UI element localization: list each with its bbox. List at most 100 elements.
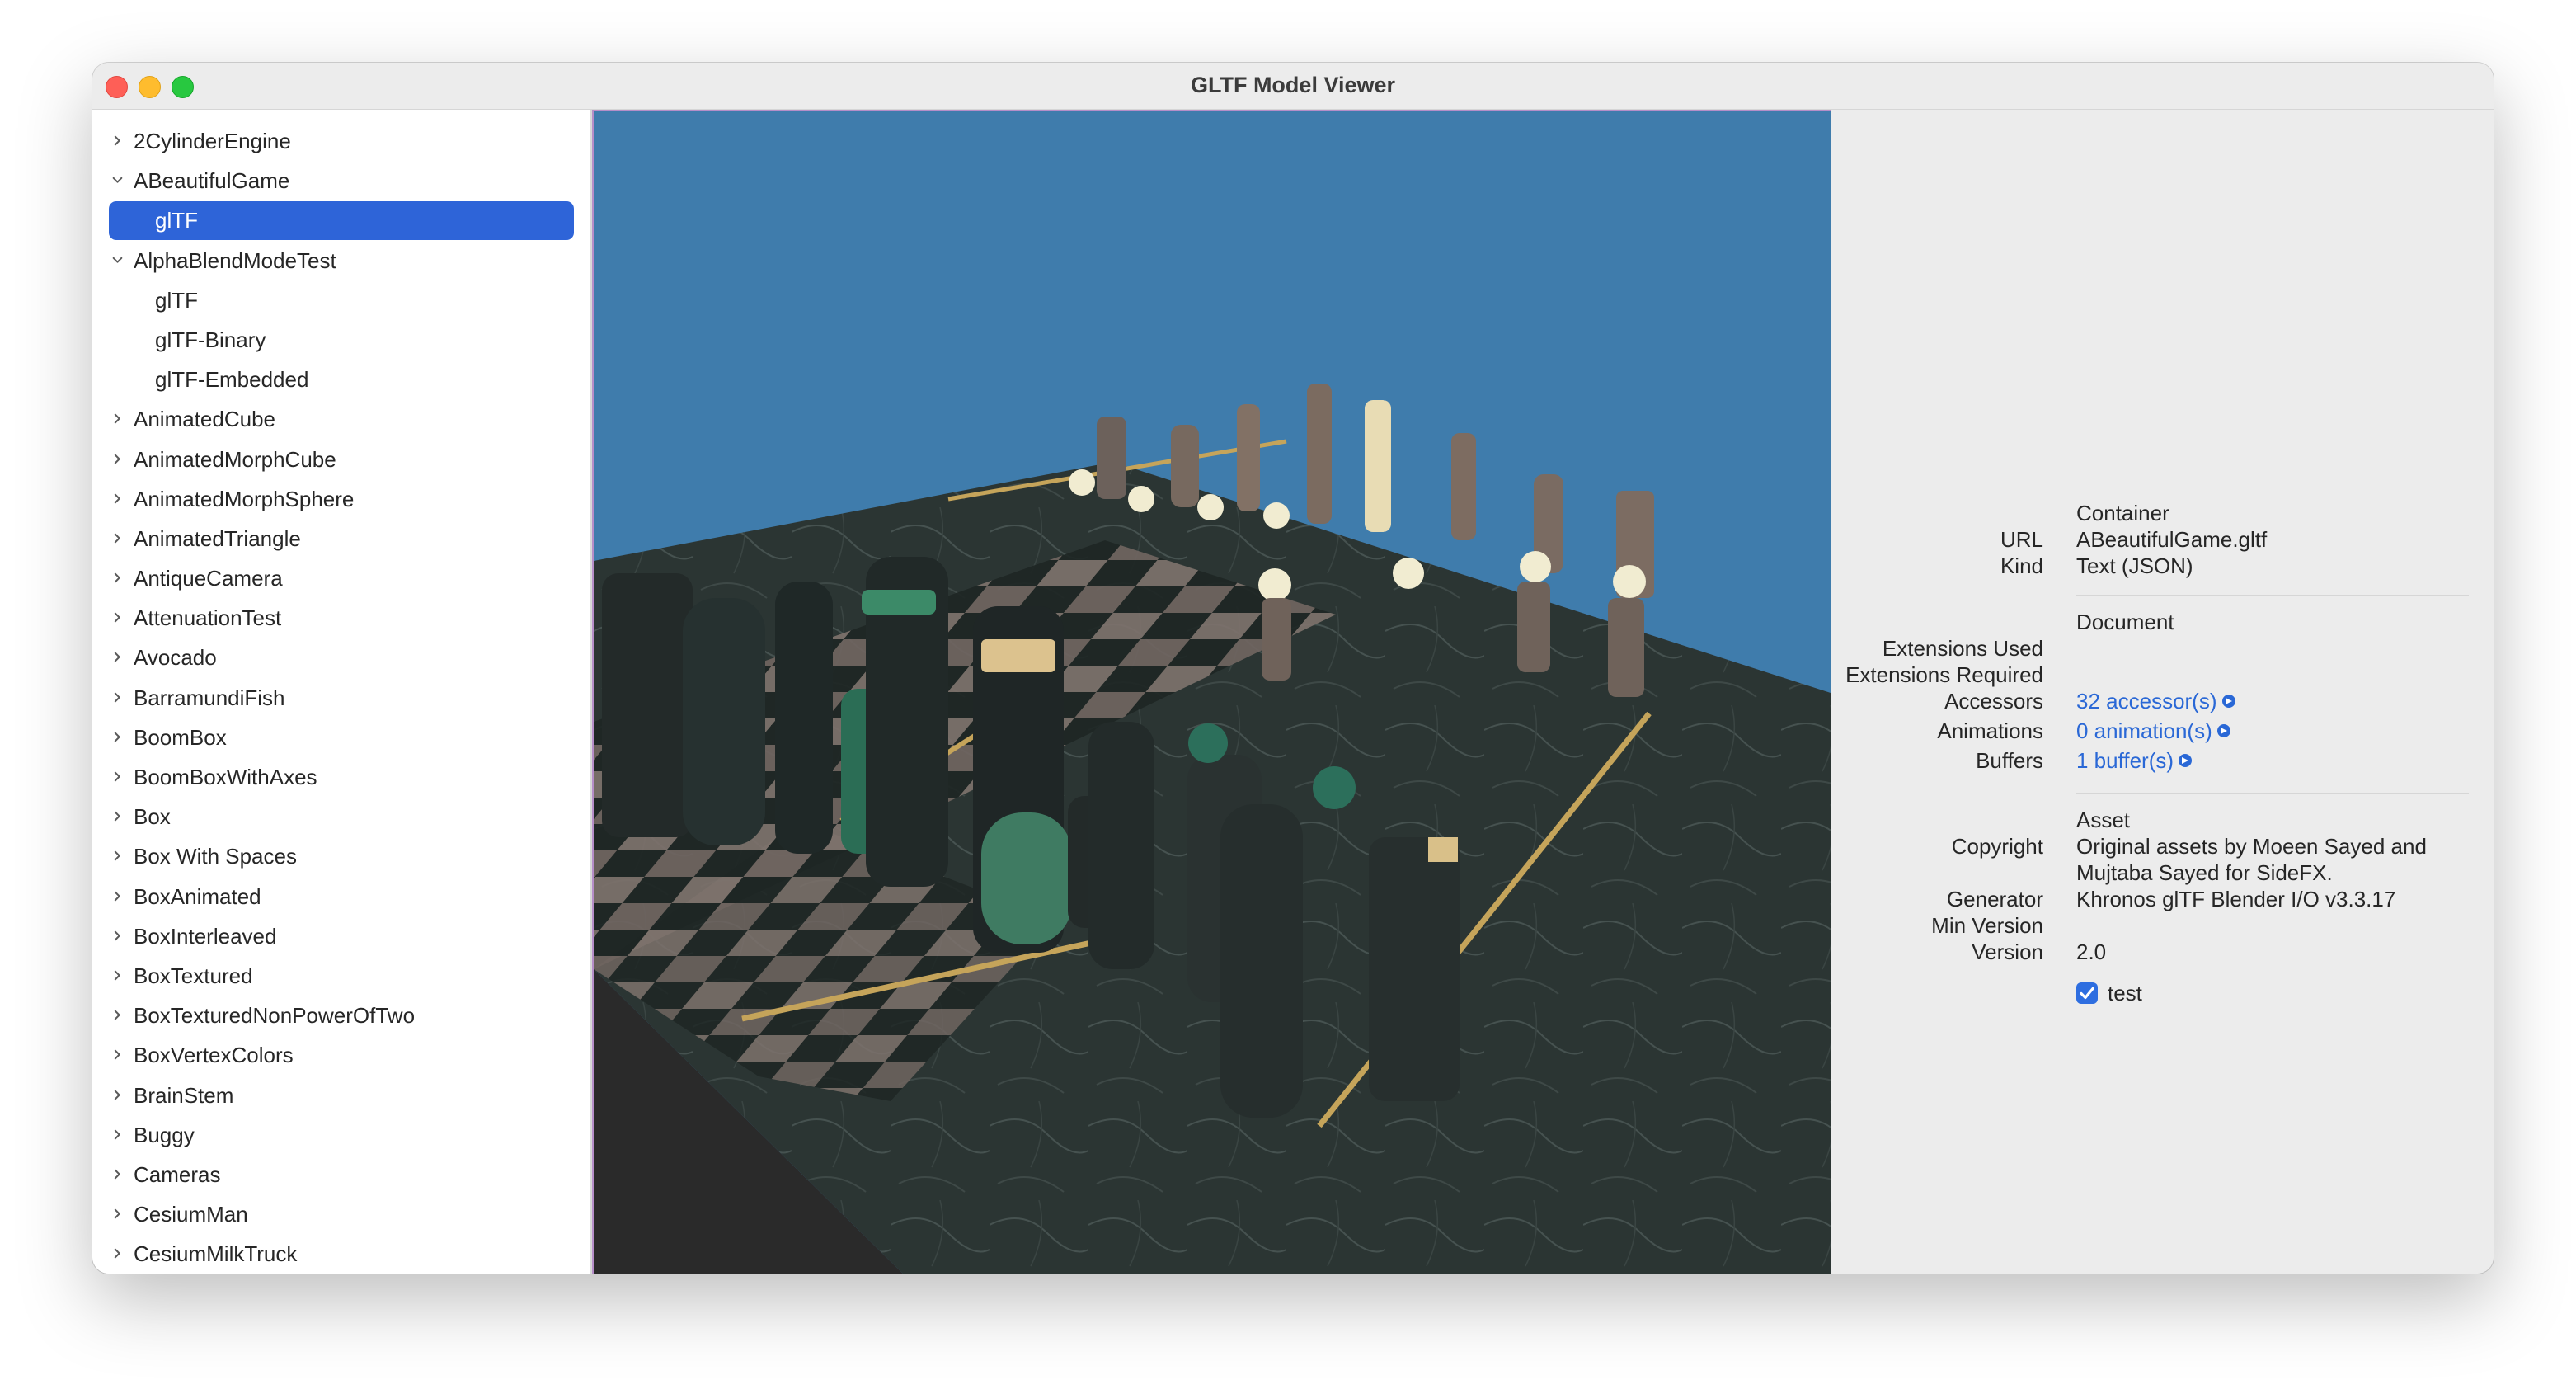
chevron-right-icon[interactable]	[112, 135, 123, 146]
navigate-arrow-icon[interactable]	[2179, 754, 2193, 768]
sidebar-item-label: BoomBox	[134, 724, 227, 750]
sidebar-item[interactable]: AnimatedMorphSphere	[92, 479, 590, 519]
sidebar-child-item[interactable]: glTF-Embedded	[92, 360, 590, 399]
chevron-down-icon[interactable]	[112, 255, 123, 266]
test-checkbox-label[interactable]: test	[2108, 981, 2142, 1006]
chevron-down-icon[interactable]	[112, 175, 123, 186]
accessors-label: Accessors	[1944, 689, 2043, 713]
accessors-link[interactable]: 32 accessor(s)	[2076, 689, 2235, 714]
sidebar-item[interactable]: Box With Spaces	[92, 836, 590, 876]
chevron-right-icon[interactable]	[112, 652, 123, 662]
sidebar-item[interactable]: BrainStem	[92, 1076, 590, 1115]
checkmark-icon	[2080, 987, 2094, 1000]
buffers-value[interactable]: 1 buffer(s)	[2076, 748, 2174, 773]
chevron-right-icon[interactable]	[112, 891, 123, 902]
model-sidebar[interactable]: 2CylinderEngine ABeautifulGame glTF AlphaBl…	[92, 110, 592, 1274]
sidebar-item[interactable]: BoomBox	[92, 718, 590, 757]
kind-label: Kind	[2000, 553, 2043, 578]
sidebar-item-label: BoxTexturedNonPowerOfTwo	[134, 1003, 416, 1029]
sidebar-item[interactable]: CesiumMan	[92, 1194, 590, 1234]
sidebar-item[interactable]: Avocado	[92, 638, 590, 677]
sidebar-item[interactable]: BoxTexturedNonPowerOfTwo	[92, 996, 590, 1035]
extensions-used-label: Extensions Used	[1882, 636, 2043, 661]
model-tree: 2CylinderEngine ABeautifulGame glTF AlphaBl…	[92, 121, 590, 1274]
sidebar-item-label: glTF-Embedded	[155, 367, 309, 393]
inspector-panel: Container URL ABeautifulGame.gltf Kind T…	[1831, 110, 2494, 1274]
chevron-right-icon[interactable]	[112, 970, 123, 981]
chevron-right-icon[interactable]	[112, 1010, 123, 1020]
document-header: Document	[2076, 610, 2174, 634]
sidebar-item[interactable]: AlphaBlendModeTest	[92, 241, 590, 280]
buffers-label: Buffers	[1976, 748, 2043, 773]
3d-viewport[interactable]	[592, 110, 1832, 1274]
sidebar-item-label: BoxInterleaved	[134, 923, 277, 949]
chevron-right-icon[interactable]	[112, 572, 123, 583]
sidebar-item-label: ABeautifulGame	[134, 168, 290, 194]
chevron-right-icon[interactable]	[112, 771, 123, 782]
sidebar-item-label: BoxVertexColors	[134, 1043, 294, 1068]
sidebar-item[interactable]: Buggy	[92, 1115, 590, 1155]
sidebar-item-label: glTF	[155, 287, 198, 313]
chevron-right-icon[interactable]	[112, 692, 123, 703]
version-label: Version	[1972, 940, 2043, 964]
chevron-right-icon[interactable]	[112, 454, 123, 464]
sidebar-item[interactable]: AttenuationTest	[92, 598, 590, 638]
chevron-right-icon[interactable]	[112, 1248, 123, 1259]
sidebar-item[interactable]: BoxAnimated	[92, 877, 590, 916]
test-checkbox[interactable]	[2076, 982, 2098, 1004]
chevron-right-icon[interactable]	[112, 732, 123, 742]
chevron-right-icon[interactable]	[112, 1129, 123, 1140]
generator-value: Khronos glTF Blender I/O v3.3.17	[2076, 887, 2396, 911]
chevron-right-icon[interactable]	[112, 612, 123, 623]
sidebar-item[interactable]: 2CylinderEngine	[92, 121, 590, 161]
sidebar-item-label: glTF-Binary	[155, 327, 266, 352]
sidebar-item[interactable]: BoxVertexColors	[92, 1035, 590, 1075]
chevron-right-icon[interactable]	[112, 1169, 123, 1180]
sidebar-item[interactable]: Cameras	[92, 1155, 590, 1194]
accessors-value[interactable]: 32 accessor(s)	[2076, 689, 2217, 713]
animations-link[interactable]: 0 animation(s)	[2076, 718, 2230, 744]
chevron-right-icon[interactable]	[112, 1090, 123, 1100]
sidebar-item[interactable]: BarramundiFish	[92, 678, 590, 718]
asset-header: Asset	[2076, 808, 2131, 832]
sidebar-item[interactable]: AnimatedCube	[92, 399, 590, 439]
chevron-right-icon[interactable]	[112, 1208, 123, 1219]
generator-row: Generator Khronos glTF Blender I/O v3.3.…	[1831, 885, 2494, 913]
sidebar-item-label: glTF	[155, 208, 198, 233]
buffers-link[interactable]: 1 buffer(s)	[2076, 748, 2193, 774]
chevron-right-icon[interactable]	[112, 533, 123, 544]
chevron-right-icon[interactable]	[112, 413, 123, 424]
sidebar-item-label: AlphaBlendModeTest	[134, 247, 336, 273]
version-row: Version 2.0	[1831, 938, 2494, 966]
sidebar-child-item[interactable]: glTF	[92, 280, 590, 320]
chevron-right-icon[interactable]	[112, 811, 123, 822]
divider	[2076, 793, 2469, 794]
sidebar-item[interactable]: AnimatedMorphCube	[92, 440, 590, 479]
chevron-right-icon[interactable]	[112, 1049, 123, 1060]
sidebar-item[interactable]: BoxTextured	[92, 956, 590, 996]
navigate-arrow-icon[interactable]	[2216, 724, 2230, 738]
animations-value[interactable]: 0 animation(s)	[2076, 718, 2212, 743]
sidebar-item[interactable]: AntiqueCamera	[92, 558, 590, 598]
chevron-right-icon[interactable]	[112, 930, 123, 941]
sidebar-item[interactable]: ABeautifulGame	[92, 161, 590, 200]
sidebar-item[interactable]: AnimatedTriangle	[92, 519, 590, 558]
window-title: GLTF Model Viewer	[1190, 73, 1396, 97]
url-row: URL ABeautifulGame.gltf	[1831, 525, 2494, 553]
title-bar: GLTF Model Viewer	[92, 63, 2494, 110]
sidebar-item[interactable]: Box	[92, 797, 590, 836]
url-label: URL	[2000, 527, 2043, 552]
chevron-right-icon[interactable]	[112, 493, 123, 504]
sidebar-item[interactable]: CesiumMilkTruck	[92, 1234, 590, 1274]
sidebar-item-label: AnimatedMorphSphere	[134, 486, 355, 511]
sidebar-item[interactable]: BoxInterleaved	[92, 916, 590, 956]
sidebar-child-item[interactable]: glTF	[92, 200, 590, 240]
divider	[2076, 595, 2469, 596]
navigate-arrow-icon[interactable]	[2221, 695, 2235, 709]
sidebar-item-label: BoxTextured	[134, 963, 253, 988]
sidebar-child-item[interactable]: glTF-Binary	[92, 320, 590, 360]
chevron-right-icon[interactable]	[112, 850, 123, 861]
sidebar-item[interactable]: BoomBoxWithAxes	[92, 757, 590, 797]
sidebar-item-label: Box With Spaces	[134, 844, 297, 869]
min-version-row: Min Version	[1831, 911, 2494, 940]
